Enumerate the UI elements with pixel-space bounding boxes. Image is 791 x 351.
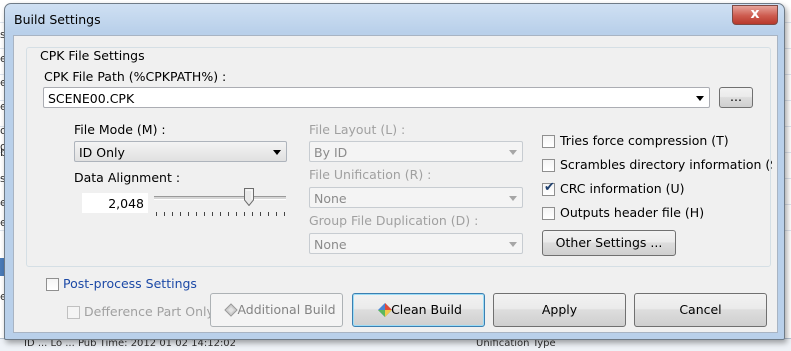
cpk-file-settings-label: CPK File Settings xyxy=(38,48,147,63)
scramble-directory-label[interactable]: Scrambles directory information (S xyxy=(560,157,772,172)
chevron-down-icon[interactable] xyxy=(509,242,517,247)
slider-tick xyxy=(196,212,197,216)
file-layout-select[interactable]: By ID xyxy=(309,141,523,162)
group-file-duplication-value: None xyxy=(314,237,347,252)
slider-tick xyxy=(236,212,237,216)
file-mode-select[interactable]: ID Only xyxy=(74,141,287,162)
apply-label: Apply xyxy=(541,302,578,317)
slider-tick xyxy=(204,212,205,216)
file-mode-value: ID Only xyxy=(79,145,125,160)
close-icon: x xyxy=(750,6,760,22)
cpk-path-label: CPK File Path (%CPKPATH%) : xyxy=(44,69,227,84)
data-alignment-value: 2,048 xyxy=(108,196,144,211)
chevron-down-icon[interactable] xyxy=(273,150,281,155)
additional-build-label: Additional Build xyxy=(237,302,336,317)
slider-tick xyxy=(284,212,285,216)
slider-tick xyxy=(276,212,277,216)
slider-tick xyxy=(228,212,229,216)
file-layout-value: By ID xyxy=(314,145,348,160)
title-bar[interactable]: Build Settings x xyxy=(5,4,784,34)
outputs-header-label[interactable]: Outputs header file (H) xyxy=(560,205,704,220)
file-layout-label: File Layout (L) : xyxy=(309,122,406,137)
force-compression-checkbox[interactable] xyxy=(542,135,555,148)
other-settings-button[interactable]: Other Settings ... xyxy=(542,230,676,256)
build-settings-dialog: Build Settings x CPK File Settings CPK F… xyxy=(4,3,785,340)
close-button[interactable]: x xyxy=(732,5,778,25)
alignment-slider-ticks xyxy=(156,212,285,217)
additional-build-button[interactable]: Additional Build xyxy=(210,293,343,327)
browse-button[interactable]: ... xyxy=(719,87,753,108)
slider-tick xyxy=(164,212,165,216)
data-alignment-field[interactable]: 2,048 xyxy=(82,193,148,213)
other-settings-label: Other Settings ... xyxy=(555,235,663,250)
clean-build-button[interactable]: Clean Build xyxy=(352,293,485,327)
clean-build-label: Clean Build xyxy=(391,302,462,317)
browse-button-label: ... xyxy=(730,89,742,104)
chevron-down-icon[interactable] xyxy=(696,96,704,101)
slider-tick xyxy=(188,212,189,216)
slider-tick xyxy=(172,212,173,216)
post-process-label[interactable]: Post-process Settings xyxy=(63,276,197,291)
slider-tick xyxy=(220,212,221,216)
crc-information-checkbox[interactable]: ✔ xyxy=(542,180,555,196)
chevron-down-icon[interactable] xyxy=(509,196,517,201)
force-compression-label[interactable]: Tries force compression (T) xyxy=(560,133,729,148)
slider-tick xyxy=(180,212,181,216)
data-alignment-label: Data Alignment : xyxy=(74,170,181,185)
dialog-title: Build Settings xyxy=(14,12,101,27)
slider-tick xyxy=(252,212,253,216)
slider-tick xyxy=(244,212,245,216)
difference-part-checkbox[interactable] xyxy=(67,306,80,319)
dialog-client-area: CPK File Settings CPK File Path (%CPKPAT… xyxy=(13,35,778,333)
difference-part-label: Defference Part Only xyxy=(84,304,214,319)
slider-tick xyxy=(260,212,261,216)
scramble-directory-checkbox[interactable] xyxy=(542,159,555,172)
group-file-duplication-label: Group File Duplication (D) : xyxy=(309,213,479,228)
apply-button[interactable]: Apply xyxy=(493,293,626,327)
cancel-button[interactable]: Cancel xyxy=(634,293,767,327)
group-file-duplication-select[interactable]: None xyxy=(309,233,523,254)
post-process-checkbox[interactable] xyxy=(46,278,59,291)
alignment-slider-track[interactable] xyxy=(154,196,286,200)
slider-tick xyxy=(268,212,269,216)
cancel-label: Cancel xyxy=(679,302,722,317)
slider-tick xyxy=(212,212,213,216)
file-mode-label: File Mode (M) : xyxy=(74,122,166,137)
outputs-header-checkbox[interactable] xyxy=(542,207,555,220)
chevron-down-icon[interactable] xyxy=(509,150,517,155)
slider-tick xyxy=(156,212,157,216)
file-unification-select[interactable]: None xyxy=(309,187,523,208)
cpk-path-value: SCENE00.CPK xyxy=(48,91,135,106)
crc-information-label[interactable]: CRC information (U) xyxy=(560,181,685,196)
file-unification-value: None xyxy=(314,191,347,206)
alignment-slider-thumb[interactable] xyxy=(244,188,255,206)
file-unification-label: File Unification (R) : xyxy=(309,167,432,182)
cpk-path-combo[interactable]: SCENE00.CPK xyxy=(43,87,710,108)
